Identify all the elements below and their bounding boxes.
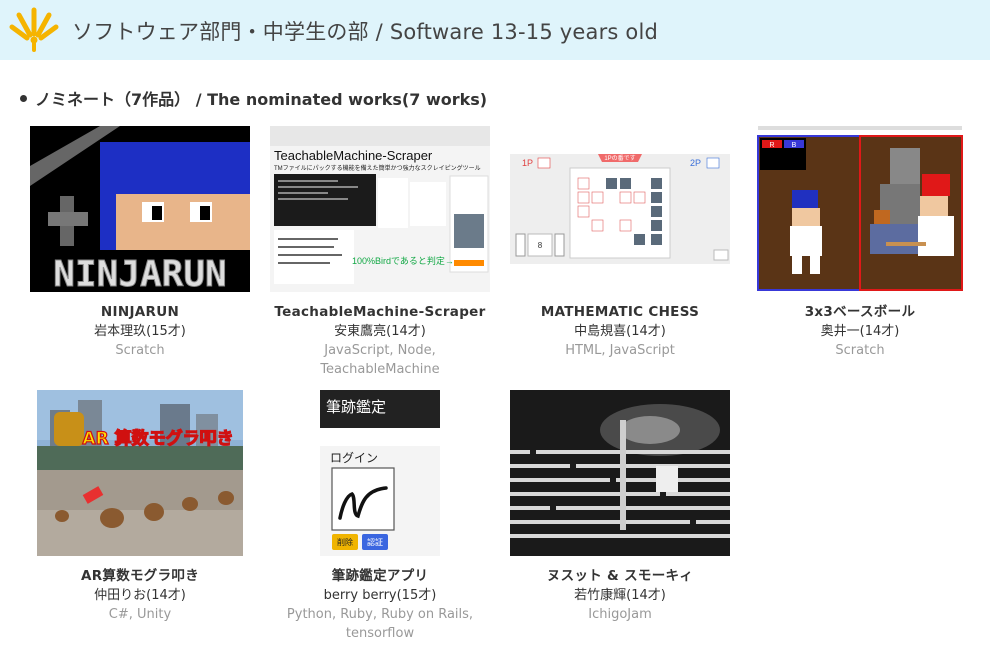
section-heading-text: ノミネート（7作品） / The nominated works(7 works…	[35, 90, 488, 109]
player-2-label: 2P	[690, 158, 701, 168]
thumb-title: AR 算数モグラ叩き	[82, 428, 233, 449]
work-card-ninjarun[interactable]: NINJARUN NINJARUN 岩本理玖(15才) Scratch	[30, 126, 250, 360]
work-thumbnail[interactable]: NINJARUN	[30, 126, 250, 292]
page-title: ソフトウェア部門・中学生の部 / Software 13-15 years ol…	[72, 20, 659, 44]
work-tags: HTML, JavaScript	[565, 343, 675, 358]
work-card-teachable-machine-scraper[interactable]: TeachableMachine-Scraper TMファイルにパックする機能を…	[270, 126, 490, 379]
work-author: 中島規喜(14才)	[574, 324, 666, 339]
work-tags: C#, Unity	[108, 607, 172, 622]
work-tags: IchigoJam	[588, 607, 652, 622]
work-author: 若竹康輝(14才)	[574, 588, 666, 603]
score-blue-label: B	[792, 142, 797, 149]
work-title[interactable]: 筆跡鑑定アプリ	[270, 567, 490, 586]
work-thumbnail[interactable]: R B	[750, 126, 970, 292]
bullet-icon	[20, 95, 27, 102]
work-card-mathematic-chess[interactable]: 1Pの番です 1P 2P 8 MATHEMATIC CHESS 中島規喜(14才…	[510, 126, 730, 360]
work-thumbnail[interactable]: 1Pの番です 1P 2P 8	[510, 126, 730, 292]
work-title[interactable]: MATHEMATIC CHESS	[510, 303, 730, 322]
work-author: 岩本理玖(15才)	[94, 324, 186, 339]
work-title[interactable]: NINJARUN	[30, 303, 250, 322]
work-author: 奥井一(14才)	[820, 324, 900, 339]
work-thumbnail[interactable]: 筆跡鑑定 ログイン 削除 認証	[270, 390, 490, 556]
work-card-handwriting-app[interactable]: 筆跡鑑定 ログイン 削除 認証 筆跡鑑定アプリ berry berry(15才)…	[270, 390, 490, 643]
thumb-caption: 100%Birdであると判定→	[352, 255, 454, 266]
work-tags: Scratch	[835, 343, 885, 358]
score-red-label: R	[769, 142, 774, 149]
work-card-3x3-baseball[interactable]: R B 3x3ベースボール 奥井一(14才) Scratch	[750, 126, 970, 360]
work-title[interactable]: ヌスット & スモーキィ	[510, 567, 730, 586]
turn-banner: 1Pの番です	[604, 155, 635, 162]
work-author: 仲田りお(14才)	[94, 588, 186, 603]
work-card-ar-mole[interactable]: AR 算数モグラ叩き AR算数モグラ叩き 仲田りお(14才) C#, Unity	[30, 390, 250, 624]
page-header: ソフトウェア部門・中学生の部 / Software 13-15 years ol…	[0, 0, 990, 60]
number-input: 8	[538, 241, 543, 250]
work-thumbnail[interactable]	[510, 390, 730, 556]
work-tags: Scratch	[115, 343, 165, 358]
player-1-label: 1P	[522, 158, 533, 168]
thumb-login: ログイン	[330, 451, 378, 465]
work-author: 安東鷹亮(14才)	[334, 324, 426, 339]
work-thumbnail[interactable]: TeachableMachine-Scraper TMファイルにパックする機能を…	[270, 126, 490, 292]
work-card-nusutto-smokey[interactable]: ヌスット & スモーキィ 若竹康輝(14才) IchigoJam	[510, 390, 730, 624]
thumb-title: NINJARUN	[53, 254, 226, 292]
work-thumbnail[interactable]: AR 算数モグラ叩き	[30, 390, 250, 556]
work-title[interactable]: AR算数モグラ叩き	[30, 567, 250, 586]
work-tags: Python, Ruby, Ruby on Rails, tensorflow	[286, 607, 474, 641]
section-heading: ノミネート（7作品） / The nominated works(7 works…	[20, 86, 487, 110]
thumb-heading: 筆跡鑑定	[326, 398, 386, 416]
thumb-auth-button: 認証	[367, 537, 383, 547]
thumb-delete-button: 削除	[337, 537, 353, 547]
thumb-subtitle: TMファイルにパックする機能を備えた簡単かつ強力なスクレイピングツール	[274, 164, 481, 172]
work-title[interactable]: TeachableMachine-Scraper	[270, 303, 490, 322]
thumb-title: TeachableMachine-Scraper	[274, 148, 433, 163]
sun-logo-icon	[9, 7, 59, 52]
work-tags: JavaScript, Node, TeachableMachine	[320, 343, 440, 377]
work-title[interactable]: 3x3ベースボール	[750, 303, 970, 322]
work-author: berry berry(15才)	[323, 588, 437, 603]
